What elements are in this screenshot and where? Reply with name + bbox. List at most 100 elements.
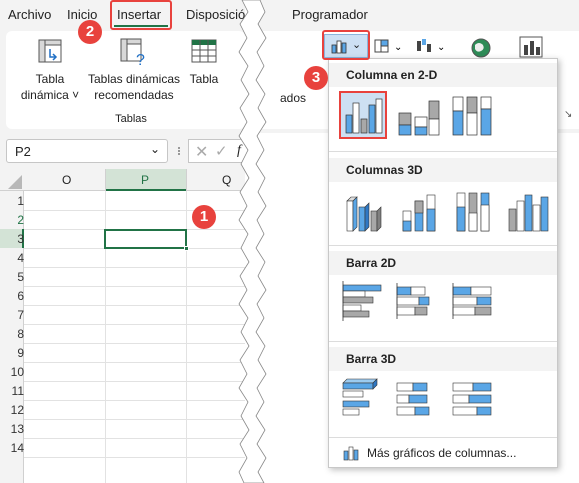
dialog-launcher-icon[interactable]: ↘ <box>564 109 572 120</box>
pivot-table-icon[interactable] <box>36 37 64 68</box>
svg-text:⌄: ⌄ <box>437 42 445 53</box>
column-chart-icon <box>343 446 359 461</box>
cut-label-2: ados <box>280 91 307 105</box>
pivot-chart-icon[interactable] <box>518 35 544 59</box>
svg-text:⌄: ⌄ <box>394 42 402 53</box>
gridline <box>24 305 245 306</box>
pivot-table-label[interactable]: Tabla dinámica ˅ <box>20 71 80 103</box>
step-badge-3: 3 <box>304 66 328 90</box>
select-all-icon[interactable] <box>8 175 22 189</box>
stacked-column-icon <box>398 100 440 136</box>
row-header[interactable]: 7 <box>0 308 24 322</box>
separator <box>329 341 557 342</box>
menu-archivo[interactable]: Archivo <box>8 7 51 22</box>
section-bar-3d: Barra 3D <box>329 347 557 371</box>
separator <box>329 437 557 438</box>
100-stacked-bar-icon <box>452 283 492 319</box>
3d-stacked-column-icon <box>402 194 436 232</box>
group-tablas-label: Tablas <box>115 113 147 125</box>
row-header[interactable]: 8 <box>0 327 24 341</box>
3d-stacked-bar-option[interactable] <box>393 375 441 423</box>
col-divider <box>105 169 106 191</box>
section-column-3d: Columnas 3D <box>329 158 557 182</box>
formula-bar-row: P2 ⌄ ✕ ✓ f <box>0 133 245 169</box>
gridline <box>24 400 245 401</box>
gridline <box>24 362 245 363</box>
3d-clustered-column-option[interactable] <box>341 187 389 235</box>
step-badge-2: 2 <box>78 20 102 44</box>
gridline <box>24 324 245 325</box>
gridline <box>24 286 245 287</box>
more-charts-label: Más gráficos de columnas... <box>367 446 517 460</box>
separator <box>329 245 557 246</box>
torn-edge <box>238 0 267 483</box>
bar-chart-button-icon[interactable]: ⌄ <box>374 38 404 54</box>
recommended-pivot-label[interactable]: Tablas dinámicas recomendadas <box>84 71 184 103</box>
row-header[interactable]: 13 <box>0 422 24 436</box>
table-label[interactable]: Tabla <box>186 71 222 87</box>
left-pane: Archivo Inicio Insertar Disposició Tabla… <box>0 0 245 483</box>
100-stacked-column-icon <box>452 96 492 136</box>
recommended-pivot-icon[interactable]: ? <box>119 37 149 70</box>
name-box[interactable]: P2 ⌄ <box>6 139 168 163</box>
row-header[interactable]: 4 <box>0 251 24 265</box>
section-column-2d: Columna en 2-D <box>329 63 557 87</box>
clustered-bar-option[interactable] <box>339 279 387 327</box>
100-stacked-bar-option[interactable] <box>449 279 497 327</box>
fill-handle[interactable] <box>184 246 189 251</box>
col-header-q[interactable]: Q <box>222 173 231 187</box>
name-box-value: P2 <box>15 144 31 159</box>
row-header[interactable]: 3 <box>0 232 24 246</box>
row-header[interactable]: 5 <box>0 270 24 284</box>
3d-clustered-bar-icon <box>342 378 378 416</box>
row-header[interactable]: 6 <box>0 289 24 303</box>
100-stacked-column-option[interactable] <box>449 93 497 141</box>
3d-100-stacked-column-icon <box>456 192 490 232</box>
gridline <box>24 419 245 420</box>
highlight-insertar <box>110 0 172 30</box>
3d-clustered-bar-option[interactable] <box>339 375 387 423</box>
svg-text:?: ? <box>136 52 145 67</box>
cancel-icon[interactable]: ✕ <box>195 142 208 162</box>
selected-cell[interactable] <box>104 229 189 251</box>
map-chart-icon[interactable] <box>470 37 492 59</box>
3d-100-stacked-bar-option[interactable] <box>449 375 497 423</box>
row-header[interactable]: 10 <box>0 365 24 379</box>
row-header[interactable]: 14 <box>0 441 24 455</box>
stacked-bar-icon <box>396 283 430 319</box>
col-header-o[interactable]: O <box>62 173 71 187</box>
row-header[interactable]: 2 <box>0 213 24 227</box>
stacked-bar-option[interactable] <box>393 279 441 327</box>
waterfall-chart-icon[interactable]: ⌄ <box>415 37 449 55</box>
row-header[interactable]: 9 <box>0 346 24 360</box>
3d-column-icon <box>508 194 549 232</box>
highlight-column-button <box>322 30 370 60</box>
ribbon-panel: Tabla dinámica ˅ ? Tablas dinámicas reco… <box>6 31 245 129</box>
col-divider <box>186 169 187 191</box>
grip-icon <box>178 147 180 155</box>
section-bar-2d: Barra 2D <box>329 251 557 275</box>
step-badge-1: 1 <box>192 205 216 229</box>
column-chart-dropdown: Columna en 2-D Columnas 3D Barra 2D Barr… <box>328 58 558 468</box>
row-header[interactable]: 12 <box>0 403 24 417</box>
chevron-down-icon[interactable]: ⌄ <box>150 142 160 156</box>
gridline <box>24 438 245 439</box>
gridline <box>24 457 245 458</box>
gridline <box>24 267 245 268</box>
3d-column-option[interactable] <box>505 187 553 235</box>
table-icon[interactable] <box>190 37 218 68</box>
column-header-row: O P Q <box>0 169 245 191</box>
gridline <box>24 343 245 344</box>
clustered-column-option[interactable] <box>339 91 387 139</box>
row-header[interactable]: 11 <box>0 384 24 398</box>
3d-stacked-column-option[interactable] <box>395 187 443 235</box>
menu-programador[interactable]: Programador <box>292 7 368 22</box>
menu-bar-right: Programador <box>258 0 579 28</box>
col-header-p[interactable]: P <box>105 169 186 191</box>
gridline <box>24 381 245 382</box>
3d-stacked-bar-icon <box>396 382 430 416</box>
row-header[interactable]: 1 <box>0 194 24 208</box>
stacked-column-option[interactable] <box>393 93 441 141</box>
3d-100-stacked-column-option[interactable] <box>451 187 499 235</box>
check-icon[interactable]: ✓ <box>215 142 228 160</box>
